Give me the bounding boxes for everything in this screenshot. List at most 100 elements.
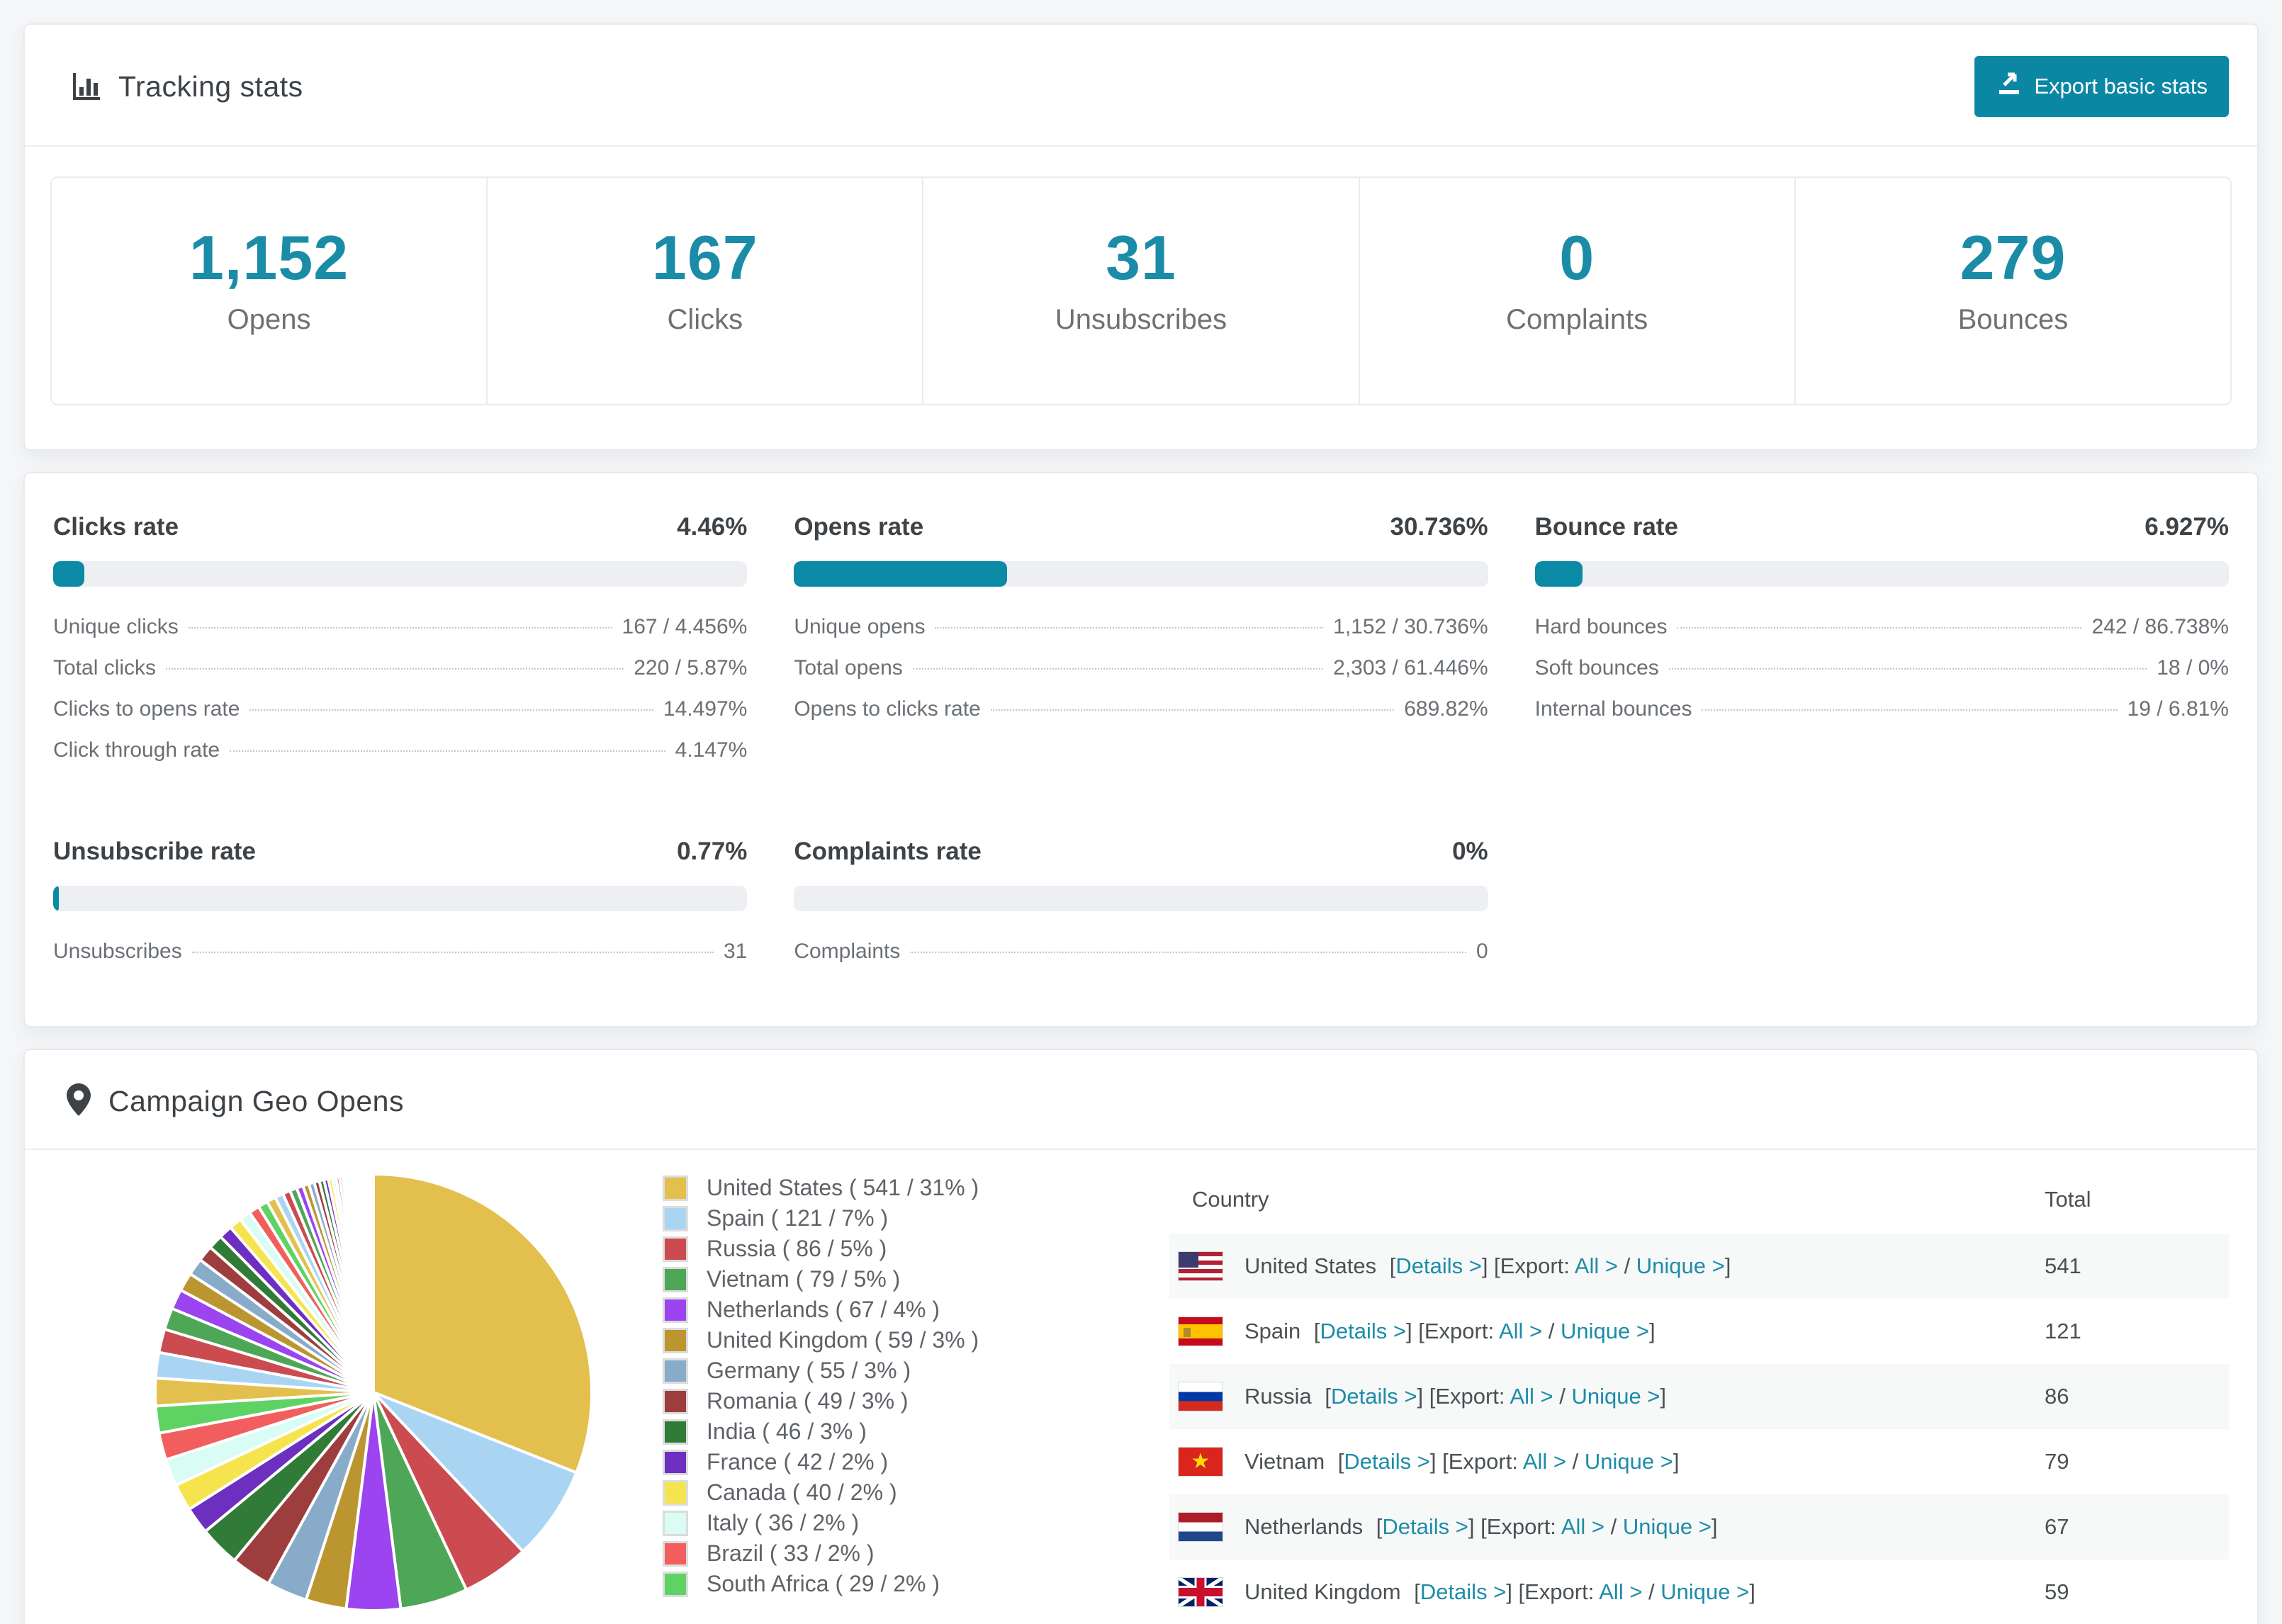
legend-item-spain[interactable]: Spain ( 121 / 7% ) bbox=[663, 1203, 1169, 1234]
legend-swatch bbox=[663, 1479, 688, 1506]
export-all-link[interactable]: All > bbox=[1561, 1514, 1604, 1539]
export-icon bbox=[1996, 70, 2023, 103]
unsubscribe-rate-section: Unsubscribe rate 0.77% Unsubscribes 31 bbox=[53, 838, 748, 981]
stat-detail-row: Internal bounces 19 / 6.81% bbox=[1534, 697, 2229, 721]
details-link[interactable]: Details > bbox=[1420, 1579, 1506, 1604]
geo-table-header: Country Total bbox=[1169, 1166, 2229, 1234]
export-basic-stats-button[interactable]: Export basic stats bbox=[1974, 56, 2229, 117]
tracking-stats-header: Tracking stats Export basic stats bbox=[25, 25, 2257, 145]
bounce-rate-title: Bounce rate bbox=[1534, 513, 1678, 541]
export-all-link[interactable]: All > bbox=[1510, 1384, 1553, 1409]
legend-item-canada[interactable]: Canada ( 40 / 2% ) bbox=[663, 1477, 1169, 1508]
stat-detail-row: Total clicks 220 / 5.87% bbox=[53, 656, 748, 680]
geo-table: Country Total United States [Details >] … bbox=[1169, 1166, 2229, 1624]
unsubscribe-rate-bar bbox=[53, 886, 748, 911]
legend-item-germany[interactable]: Germany ( 55 / 3% ) bbox=[663, 1355, 1169, 1386]
country-column-header: Country bbox=[1192, 1187, 1269, 1212]
clicks-rate-section: Clicks rate 4.46% Unique clicks 167 / 4.4… bbox=[53, 513, 748, 779]
bounce-rate-bar bbox=[1534, 561, 2229, 587]
export-unique-link[interactable]: Unique > bbox=[1660, 1579, 1749, 1604]
geo-opens-content: United States ( 541 / 31% ) Spain ( 121 … bbox=[25, 1150, 2257, 1624]
opens-rate-bar bbox=[794, 561, 1488, 587]
stat-detail-row: Soft bounces 18 / 0% bbox=[1534, 656, 2229, 680]
legend-swatch bbox=[663, 1175, 688, 1201]
bounce-rate-section: Bounce rate 6.927% Hard bounces 242 / 86.… bbox=[1534, 513, 2229, 779]
netherlands-flag-icon bbox=[1178, 1512, 1223, 1542]
legend-swatch bbox=[663, 1449, 688, 1475]
details-link[interactable]: Details > bbox=[1320, 1319, 1406, 1343]
clicks-rate-bar bbox=[53, 561, 748, 587]
legend-item-france[interactable]: France ( 42 / 2% ) bbox=[663, 1447, 1169, 1477]
export-all-link[interactable]: All > bbox=[1575, 1253, 1618, 1278]
geo-table-row-united-states: United States [Details >] [Export: All >… bbox=[1169, 1234, 2229, 1299]
geo-table-row-united-kingdom: United Kingdom [Details >] [Export: All … bbox=[1169, 1560, 2229, 1624]
stat-detail-row: Unique clicks 167 / 4.456% bbox=[53, 615, 748, 638]
bounce-rate-value: 6.927% bbox=[2145, 513, 2229, 541]
geo-table-row-russia: Russia [Details >] [Export: All > / Uniq… bbox=[1169, 1364, 2229, 1429]
legend-item-south-africa[interactable]: South Africa ( 29 / 2% ) bbox=[663, 1569, 1169, 1599]
geo-table-row-netherlands: Netherlands [Details >] [Export: All > /… bbox=[1169, 1494, 2229, 1560]
geo-opens-header: Campaign Geo Opens bbox=[25, 1050, 2257, 1149]
complaints-rate-value: 0% bbox=[1452, 838, 1488, 865]
stat-unsubscribes: 31 Unsubscribes bbox=[923, 178, 1360, 404]
header-divider bbox=[25, 145, 2257, 147]
stat-bounces: 279 Bounces bbox=[1957, 222, 2069, 335]
export-all-link[interactable]: All > bbox=[1499, 1319, 1542, 1343]
legend-swatch bbox=[663, 1327, 688, 1353]
united-states-flag-icon bbox=[1178, 1251, 1223, 1281]
stat-clicks: 167 Clicks bbox=[488, 178, 924, 404]
total-value: 67 bbox=[2045, 1514, 2069, 1539]
export-unique-link[interactable]: Unique > bbox=[1623, 1514, 1712, 1539]
complaints-rate-section: Complaints rate 0% Complaints 0 bbox=[794, 838, 1488, 981]
legend-item-romania[interactable]: Romania ( 49 / 3% ) bbox=[663, 1386, 1169, 1416]
legend-item-united-states[interactable]: United States ( 541 / 31% ) bbox=[663, 1173, 1169, 1203]
clicks-rate-title: Clicks rate bbox=[53, 513, 179, 541]
dashboard-page: Tracking stats Export basic stats 1,152 … bbox=[0, 0, 2282, 1624]
details-link[interactable]: Details > bbox=[1382, 1514, 1468, 1539]
stat-detail-row: Opens to clicks rate 689.82% bbox=[794, 697, 1488, 721]
legend-swatch bbox=[663, 1388, 688, 1414]
details-link[interactable]: Details > bbox=[1395, 1253, 1481, 1278]
geo-table-row-spain: Spain [Details >] [Export: All > / Uniqu… bbox=[1169, 1299, 2229, 1364]
opens-rate-value: 30.736% bbox=[1390, 513, 1488, 541]
stat-detail-row: Unsubscribes 31 bbox=[53, 940, 748, 963]
opens-rate-section: Opens rate 30.736% Unique opens 1,152 / 3… bbox=[794, 513, 1488, 779]
map-pin-icon bbox=[66, 1083, 91, 1120]
details-link[interactable]: Details > bbox=[1331, 1384, 1417, 1409]
total-value: 86 bbox=[2045, 1384, 2069, 1409]
legend-swatch bbox=[663, 1297, 688, 1323]
export-unique-link[interactable]: Unique > bbox=[1636, 1253, 1725, 1278]
legend-item-vietnam[interactable]: Vietnam ( 79 / 5% ) bbox=[663, 1264, 1169, 1295]
legend-swatch bbox=[663, 1236, 688, 1262]
legend-swatch bbox=[663, 1266, 688, 1292]
legend-item-brazil[interactable]: Brazil ( 33 / 2% ) bbox=[663, 1538, 1169, 1569]
export-all-link[interactable]: All > bbox=[1523, 1449, 1566, 1474]
stat-detail-row: Click through rate 4.147% bbox=[53, 738, 748, 762]
page-title: Tracking stats bbox=[118, 69, 303, 103]
export-unique-link[interactable]: Unique > bbox=[1571, 1384, 1660, 1409]
details-link[interactable]: Details > bbox=[1344, 1449, 1429, 1474]
legend-item-india[interactable]: India ( 46 / 3% ) bbox=[663, 1416, 1169, 1447]
legend-swatch bbox=[663, 1358, 688, 1384]
tracking-stats-card: Tracking stats Export basic stats 1,152 … bbox=[23, 23, 2259, 451]
stat-detail-row: Total opens 2,303 / 61.446% bbox=[794, 656, 1488, 680]
geo-pie-chart[interactable] bbox=[53, 1166, 663, 1624]
stat-opens: 1,152 Opens bbox=[52, 178, 488, 404]
russia-flag-icon bbox=[1178, 1382, 1223, 1411]
geo-opens-title: Campaign Geo Opens bbox=[108, 1085, 404, 1117]
export-unique-link[interactable]: Unique > bbox=[1561, 1319, 1649, 1343]
clicks-rate-value: 4.46% bbox=[677, 513, 748, 541]
legend-swatch bbox=[663, 1419, 688, 1445]
legend-item-russia[interactable]: Russia ( 86 / 5% ) bbox=[663, 1234, 1169, 1264]
summary-stats-box: 1,152 Opens 167 Clicks 31 Unsubscribes 0… bbox=[50, 176, 2232, 405]
spain-flag-icon bbox=[1178, 1316, 1223, 1346]
legend-item-netherlands[interactable]: Netherlands ( 67 / 4% ) bbox=[663, 1295, 1169, 1325]
export-unique-link[interactable]: Unique > bbox=[1585, 1449, 1673, 1474]
united-kingdom-flag-icon bbox=[1178, 1577, 1223, 1607]
legend-item-united-kingdom[interactable]: United Kingdom ( 59 / 3% ) bbox=[663, 1325, 1169, 1355]
total-column-header: Total bbox=[2045, 1187, 2091, 1212]
stat-detail-row: Complaints 0 bbox=[794, 940, 1488, 963]
legend-item-italy[interactable]: Italy ( 36 / 2% ) bbox=[663, 1508, 1169, 1538]
export-all-link[interactable]: All > bbox=[1599, 1579, 1642, 1604]
vietnam-flag-icon bbox=[1178, 1447, 1223, 1477]
